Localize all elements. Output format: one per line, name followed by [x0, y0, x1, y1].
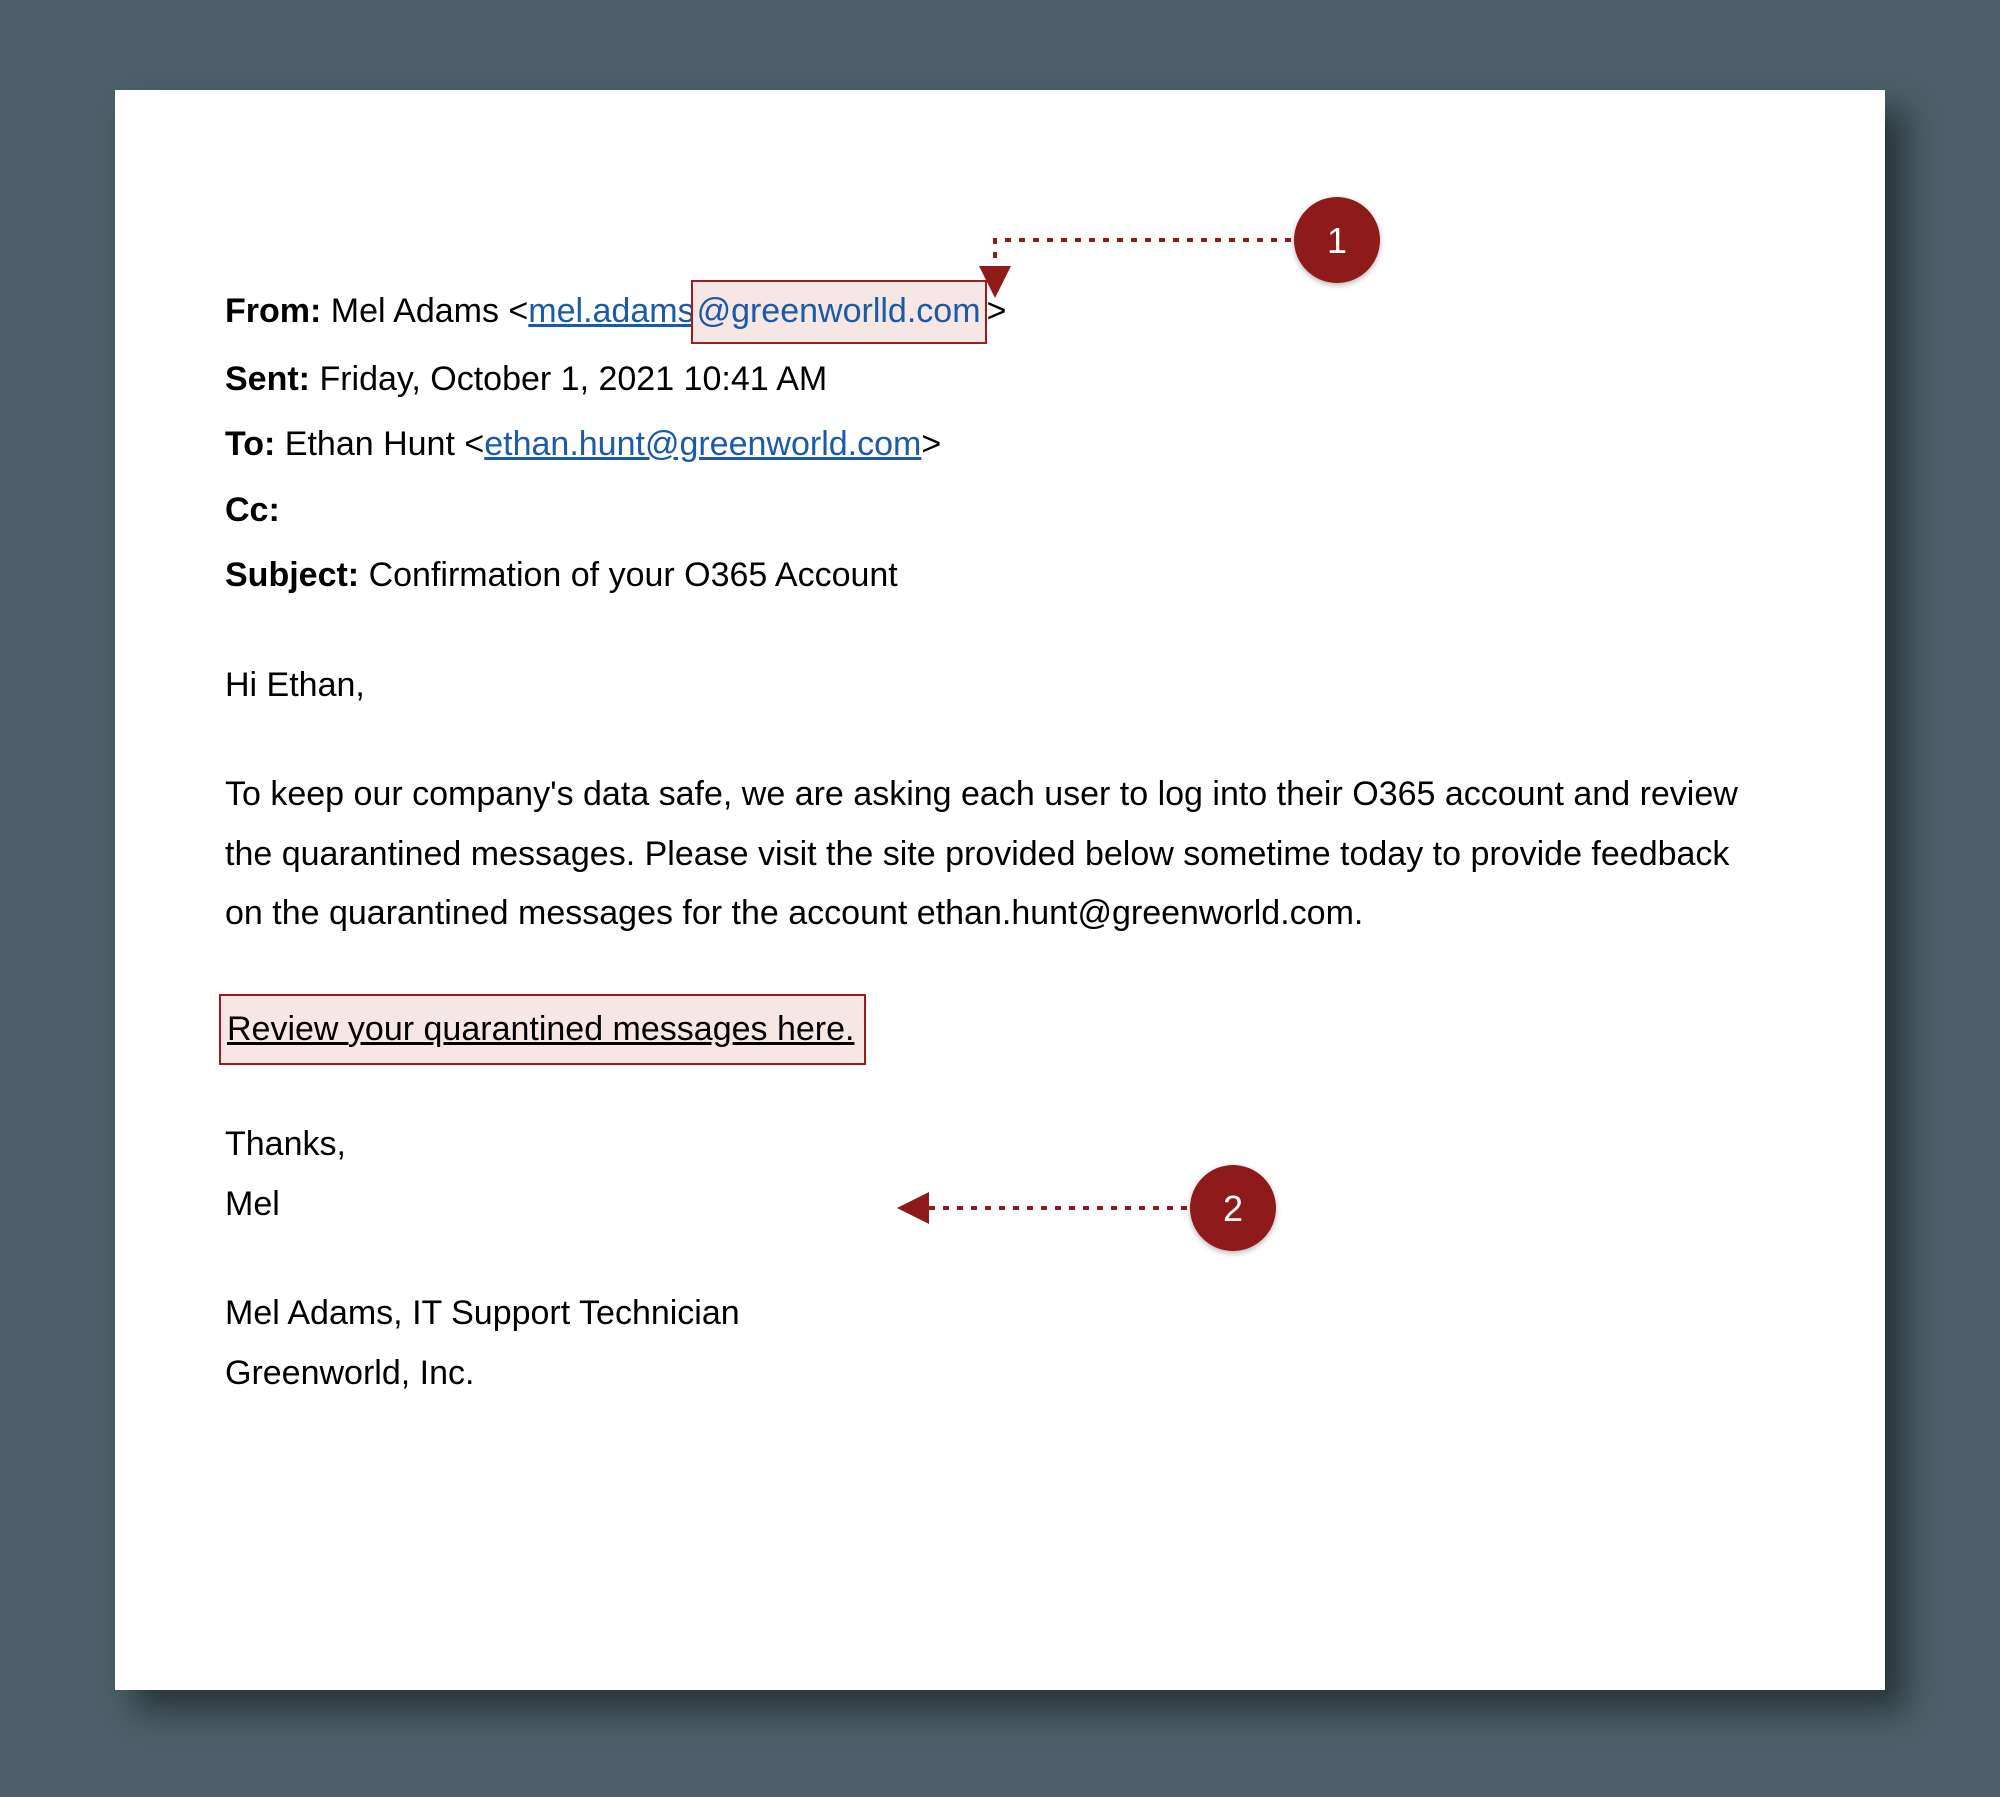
sign-name: Mel [225, 1175, 1775, 1235]
subject-value: Confirmation of your O365 Account [369, 556, 898, 594]
annotated-email-stage: From: Mel Adams <mel.adams@greenworlld.c… [0, 0, 2000, 1797]
from-label: From: [225, 292, 321, 330]
from-line: From: Mel Adams <mel.adams@greenworlld.c… [225, 280, 1775, 344]
from-email-prefix: mel.adams [528, 292, 694, 330]
to-label: To: [225, 425, 275, 463]
cc-label: Cc: [225, 491, 280, 529]
callout-badge-2: 2 [1190, 1165, 1276, 1251]
greeting: Hi Ethan, [225, 656, 1775, 716]
email-body: Hi Ethan, To keep our company's data saf… [225, 656, 1775, 1404]
signature-line-2: Greenworld, Inc. [225, 1344, 1775, 1404]
email-card: From: Mel Adams <mel.adams@greenworlld.c… [115, 90, 1885, 1690]
to-name: Ethan Hunt [285, 425, 455, 463]
signature-line-1: Mel Adams, IT Support Technician [225, 1284, 1775, 1344]
to-line: To: Ethan Hunt <ethan.hunt@greenworld.co… [225, 415, 1775, 475]
from-name: Mel Adams [331, 292, 499, 330]
subject-line: Subject: Confirmation of your O365 Accou… [225, 546, 1775, 606]
review-link-row: Review your quarantined messages here. [225, 994, 1775, 1066]
to-email-link[interactable]: ethan.hunt@greenworld.com [484, 425, 921, 463]
sent-label: Sent: [225, 360, 310, 398]
subject-label: Subject: [225, 556, 359, 594]
review-quarantine-link[interactable]: Review your quarantined messages here. [219, 994, 866, 1066]
cc-line: Cc: [225, 481, 1775, 541]
body-paragraph: To keep our company's data safe, we are … [225, 765, 1775, 944]
from-email-domain-highlight: @greenworlld.com [691, 280, 987, 344]
sent-value: Friday, October 1, 2021 10:41 AM [319, 360, 827, 398]
sent-line: Sent: Friday, October 1, 2021 10:41 AM [225, 350, 1775, 410]
thanks-line: Thanks, [225, 1115, 1775, 1175]
callout-badge-1: 1 [1294, 197, 1380, 283]
from-email-link[interactable]: mel.adams@greenworlld.com [528, 292, 986, 330]
